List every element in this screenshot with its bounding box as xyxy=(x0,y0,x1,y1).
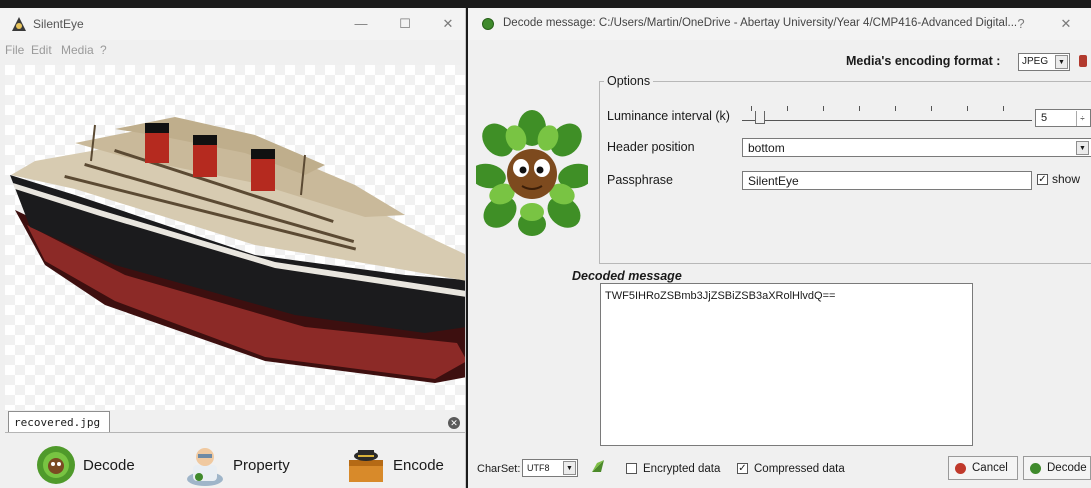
cancel-button-label: Cancel xyxy=(972,462,1008,474)
property-button[interactable]: Property xyxy=(183,443,290,487)
decode-leaf-icon xyxy=(37,446,75,484)
encoding-format-label: Media's encoding format : xyxy=(846,54,1001,68)
decode-ok-icon xyxy=(1030,462,1041,474)
property-doctor-icon xyxy=(187,448,223,486)
close-button[interactable]: ✕ xyxy=(436,14,460,34)
main-title-text: SilentEye xyxy=(33,17,84,31)
media-preview[interactable] xyxy=(5,65,465,410)
main-title-bar: SilentEye — ☐ ✕ xyxy=(0,8,465,40)
silenteye-logo-icon xyxy=(12,17,26,31)
show-passphrase-label: show xyxy=(1052,172,1081,186)
spin-arrows-icon[interactable]: ÷ xyxy=(1076,111,1088,126)
encrypted-data-checkbox[interactable] xyxy=(626,463,637,474)
decode-confirm-label: Decode xyxy=(1047,462,1087,474)
passphrase-input[interactable]: SilentEye xyxy=(742,171,1032,190)
tab-divider xyxy=(5,432,465,433)
encode-box-icon xyxy=(349,450,383,482)
header-position-select[interactable]: bottom ▼ xyxy=(742,138,1091,157)
slider-tick xyxy=(751,106,752,111)
cancel-icon xyxy=(955,462,966,474)
slider-tick xyxy=(859,106,860,111)
luminance-slider-handle[interactable] xyxy=(755,111,765,124)
menu-bar: File Edit Media ? xyxy=(0,41,465,59)
menu-file[interactable]: File xyxy=(5,43,24,57)
charset-label: CharSet: xyxy=(477,463,521,475)
encoding-format-select[interactable]: JPEG ▼ xyxy=(1018,53,1070,71)
menu-help[interactable]: ? xyxy=(100,43,107,57)
leaf-icon xyxy=(592,460,604,472)
minimize-button[interactable]: — xyxy=(349,14,373,34)
header-position-value: bottom xyxy=(748,141,785,155)
ship-image xyxy=(10,117,465,383)
chevron-down-icon: ▼ xyxy=(1055,55,1068,69)
encode-button-label: Encode xyxy=(393,456,444,474)
property-button-label: Property xyxy=(233,456,290,474)
decoded-message-label: Decoded message xyxy=(572,269,682,283)
charset-value: UTF8 xyxy=(527,463,550,473)
decode-button-label: Decode xyxy=(83,456,135,474)
close-tab-icon[interactable]: ✕ xyxy=(448,417,460,429)
compressed-data-checkbox[interactable]: ✓ xyxy=(737,463,748,474)
dialog-close-button[interactable]: ✕ xyxy=(1054,14,1078,34)
slider-tick xyxy=(931,106,932,111)
slider-tick xyxy=(823,106,824,111)
decode-dialog: Decode message: C:/Users/Martin/OneDrive… xyxy=(468,8,1091,488)
slider-tick xyxy=(895,106,896,111)
options-legend: Options xyxy=(604,74,654,88)
cancel-button[interactable]: Cancel xyxy=(948,456,1018,480)
show-passphrase-checkbox[interactable]: ✓ xyxy=(1037,174,1048,185)
decode-confirm-button[interactable]: Decode xyxy=(1023,456,1091,480)
compressed-data-label: Compressed data xyxy=(754,463,845,475)
encoding-format-value: JPEG xyxy=(1022,56,1049,67)
menu-media[interactable]: Media xyxy=(61,43,94,57)
luminance-value: 5 xyxy=(1041,112,1048,124)
charset-select[interactable]: UTF8 ▼ xyxy=(522,459,578,477)
dialog-app-icon xyxy=(482,18,494,30)
luminance-label: Luminance interval (k) xyxy=(607,109,730,123)
slider-tick xyxy=(1003,106,1004,111)
chevron-down-icon: ▼ xyxy=(1076,141,1089,155)
chevron-down-icon: ▼ xyxy=(563,461,576,475)
file-tab[interactable]: recovered.jpg xyxy=(8,411,110,433)
maximize-button[interactable]: ☐ xyxy=(393,14,417,34)
header-position-label: Header position xyxy=(607,140,695,154)
luminance-slider-track[interactable] xyxy=(742,120,1032,121)
luminance-spinbox[interactable]: 5 ÷ xyxy=(1035,109,1091,127)
dialog-title-bar: Decode message: C:/Users/Martin/OneDrive… xyxy=(468,8,1091,40)
menu-edit[interactable]: Edit xyxy=(31,43,52,57)
format-settings-icon[interactable] xyxy=(1079,55,1087,67)
passphrase-label: Passphrase xyxy=(607,173,674,187)
encode-button[interactable]: Encode xyxy=(345,443,444,487)
decode-button[interactable]: Decode xyxy=(35,443,135,487)
dialog-title-text: Decode message: C:/Users/Martin/OneDrive… xyxy=(503,17,1018,29)
decoded-message-textarea[interactable]: TWF5IHRoZSBmb3JjZSBiZSB3aXRolHlvdQ== xyxy=(600,283,973,446)
encrypted-data-label: Encrypted data xyxy=(643,463,721,475)
slider-tick xyxy=(967,106,968,111)
slider-tick xyxy=(787,106,788,111)
silenteye-mascot-icon xyxy=(476,110,588,236)
silenteye-main-window: SilentEye — ☐ ✕ File Edit Media ? recove… xyxy=(0,8,466,488)
dialog-help-button[interactable]: ? xyxy=(1009,14,1033,34)
